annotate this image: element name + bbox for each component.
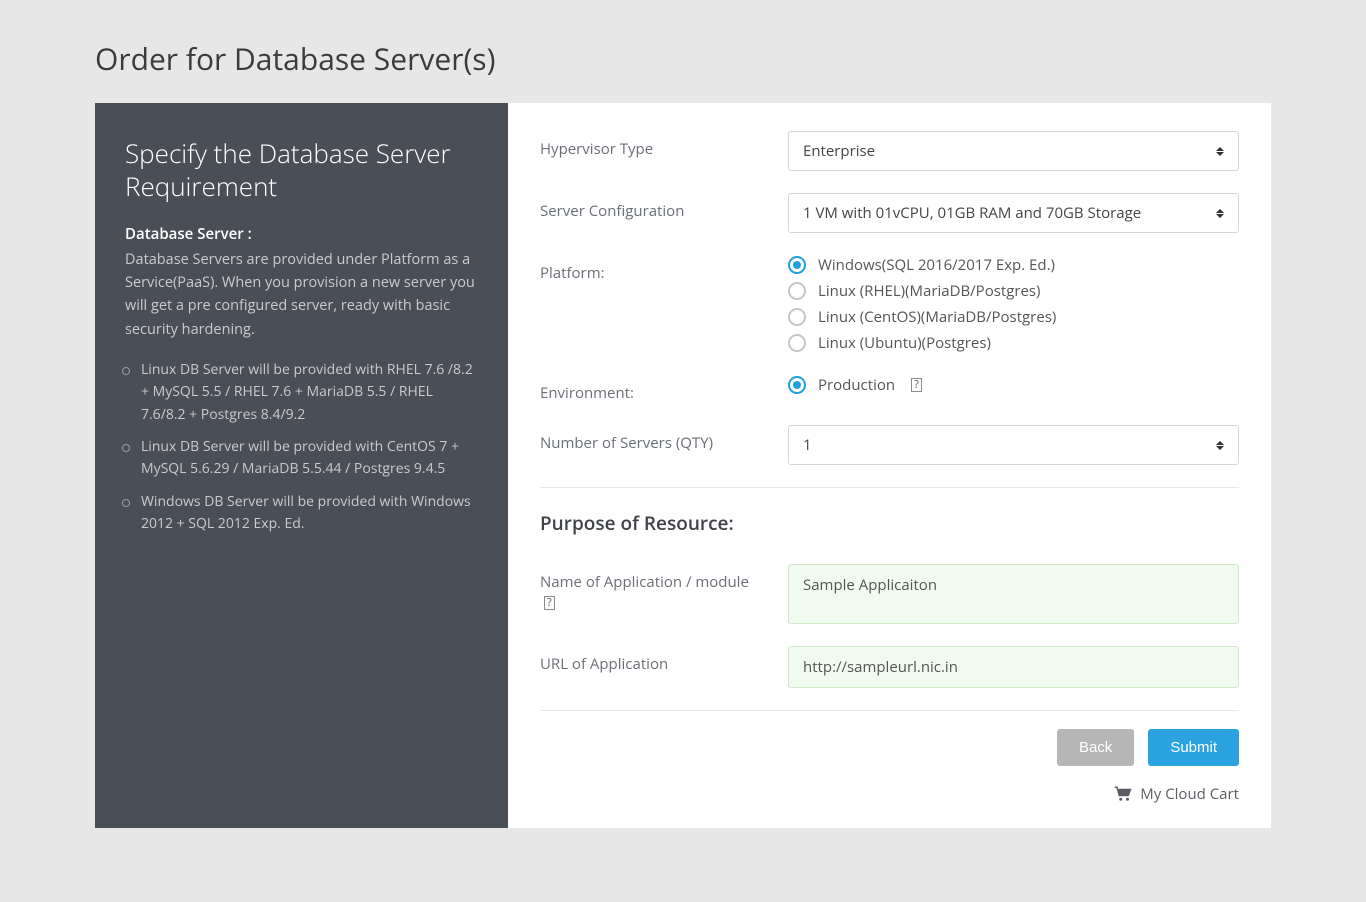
- row-qty: Number of Servers (QTY) 1: [540, 425, 1239, 465]
- row-environment: Environment: Production ?: [540, 375, 1239, 403]
- purpose-heading: Purpose of Resource:: [540, 487, 1239, 536]
- label-environment: Environment:: [540, 375, 788, 403]
- divider: [540, 710, 1239, 711]
- select-hypervisor-value: Enterprise: [803, 141, 875, 161]
- select-qty-value: 1: [803, 435, 812, 455]
- label-app-name: Name of Application / module ?: [540, 564, 788, 612]
- sidebar-lead-text: Database Servers are provided under Plat…: [125, 248, 478, 341]
- submit-button[interactable]: Submit: [1148, 729, 1239, 766]
- row-server-config: Server Configuration 1 VM with 01vCPU, 0…: [540, 193, 1239, 233]
- radio-dot-icon: [788, 256, 806, 274]
- radio-platform-windows[interactable]: Windows(SQL 2016/2017 Exp. Ed.): [788, 255, 1239, 275]
- sidebar: Specify the Database Server Requirement …: [95, 103, 508, 828]
- select-qty[interactable]: 1: [788, 425, 1239, 465]
- sidebar-heading: Specify the Database Server Requirement: [125, 137, 478, 202]
- radio-label: Production: [818, 375, 895, 395]
- form-area: Hypervisor Type Enterprise Server Config…: [508, 103, 1271, 828]
- radio-label: Linux (RHEL)(MariaDB/Postgres): [818, 281, 1040, 301]
- radio-dot-icon: [788, 308, 806, 326]
- back-button[interactable]: Back: [1057, 729, 1134, 766]
- button-row: Back Submit: [540, 729, 1239, 766]
- input-app-name-value: Sample Applicaiton: [803, 575, 937, 595]
- label-qty: Number of Servers (QTY): [540, 425, 788, 453]
- label-platform: Platform:: [540, 255, 788, 283]
- radio-label: Linux (Ubuntu)(Postgres): [818, 333, 991, 353]
- radio-platform-centos[interactable]: Linux (CentOS)(MariaDB/Postgres): [788, 307, 1239, 327]
- input-app-url[interactable]: http://sampleurl.nic.in: [788, 646, 1239, 688]
- sidebar-lead-label: Database Server :: [125, 224, 478, 244]
- radio-label: Linux (CentOS)(MariaDB/Postgres): [818, 307, 1056, 327]
- order-panel: Specify the Database Server Requirement …: [95, 103, 1271, 828]
- row-platform: Platform: Windows(SQL 2016/2017 Exp. Ed.…: [540, 255, 1239, 353]
- input-app-name[interactable]: Sample Applicaiton: [788, 564, 1239, 624]
- label-app-name-text: Name of Application / module: [540, 572, 749, 592]
- radio-environment-production[interactable]: Production ?: [788, 375, 1239, 395]
- sidebar-bullet-list: Linux DB Server will be provided with RH…: [125, 359, 478, 536]
- cart-icon: [1114, 786, 1132, 802]
- row-app-url: URL of Application http://sampleurl.nic.…: [540, 646, 1239, 688]
- label-hypervisor: Hypervisor Type: [540, 131, 788, 159]
- radio-dot-icon: [788, 282, 806, 300]
- help-icon[interactable]: ?: [544, 596, 555, 610]
- chevron-sort-icon: [1216, 144, 1226, 158]
- radio-platform-rhel[interactable]: Linux (RHEL)(MariaDB/Postgres): [788, 281, 1239, 301]
- chevron-sort-icon: [1216, 206, 1226, 220]
- label-app-url: URL of Application: [540, 646, 788, 674]
- sidebar-bullet: Windows DB Server will be provided with …: [125, 491, 478, 536]
- chevron-sort-icon: [1216, 438, 1226, 452]
- label-server-config: Server Configuration: [540, 193, 788, 221]
- select-hypervisor[interactable]: Enterprise: [788, 131, 1239, 171]
- page-title: Order for Database Server(s): [95, 38, 1366, 79]
- cloud-cart-link[interactable]: My Cloud Cart: [540, 784, 1239, 804]
- radio-dot-icon: [788, 334, 806, 352]
- radio-platform-ubuntu[interactable]: Linux (Ubuntu)(Postgres): [788, 333, 1239, 353]
- row-app-name: Name of Application / module ? Sample Ap…: [540, 564, 1239, 624]
- cloud-cart-label: My Cloud Cart: [1140, 784, 1239, 804]
- row-hypervisor: Hypervisor Type Enterprise: [540, 131, 1239, 171]
- sidebar-bullet: Linux DB Server will be provided with RH…: [125, 359, 478, 426]
- select-server-config-value: 1 VM with 01vCPU, 01GB RAM and 70GB Stor…: [803, 203, 1141, 223]
- radio-label: Windows(SQL 2016/2017 Exp. Ed.): [818, 255, 1055, 275]
- sidebar-bullet: Linux DB Server will be provided with Ce…: [125, 436, 478, 481]
- select-server-config[interactable]: 1 VM with 01vCPU, 01GB RAM and 70GB Stor…: [788, 193, 1239, 233]
- platform-radio-group: Windows(SQL 2016/2017 Exp. Ed.) Linux (R…: [788, 255, 1239, 353]
- input-app-url-value: http://sampleurl.nic.in: [803, 657, 958, 677]
- radio-dot-icon: [788, 376, 806, 394]
- help-icon[interactable]: ?: [911, 378, 922, 392]
